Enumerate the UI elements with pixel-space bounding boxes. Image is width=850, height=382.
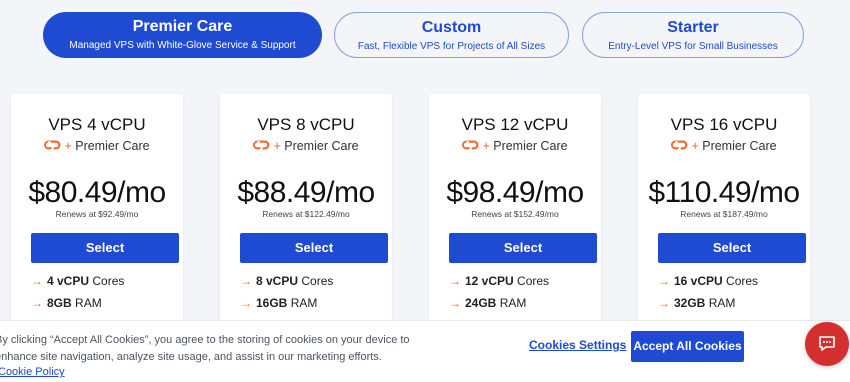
price-amount: $110.49 <box>648 176 752 209</box>
arrow-right-icon: → <box>31 296 43 310</box>
price-unit: /mo <box>117 176 166 209</box>
cookie-banner: By clicking “Accept All Cookies”, you ag… <box>0 320 850 382</box>
premier-care-badge: + Premier Care <box>220 139 392 153</box>
cookies-settings-link[interactable]: Cookies Settings <box>529 338 626 352</box>
arrow-right-icon: → <box>31 274 43 288</box>
plan-name: VPS 8 vCPU <box>257 115 355 134</box>
chat-bubble-icon <box>819 336 835 351</box>
plan-card-vps-8: VPS 8 vCPU + Premier Care $88.49/mo Rene… <box>220 94 392 334</box>
select-button[interactable]: Select <box>449 233 597 263</box>
feature-item: → 24GB RAM <box>449 296 527 310</box>
tab-custom[interactable]: Custom Fast, Flexible VPS for Projects o… <box>334 12 569 58</box>
renew-price: Renews at $187.49/mo <box>680 209 768 219</box>
feature-item: → 16GB RAM <box>240 296 318 310</box>
arrow-right-icon: → <box>658 296 670 310</box>
plan-card-vps-4: VPS 4 vCPU + Premier Care $80.49/mo Rene… <box>11 94 183 334</box>
tab-title: Premier Care <box>132 18 233 35</box>
feature-item: → 16 vCPU Cores <box>658 274 759 288</box>
select-button[interactable]: Select <box>658 233 806 263</box>
price-amount: $88.49 <box>237 176 327 209</box>
cpanel-logo-icon <box>462 140 479 150</box>
price-unit: /mo <box>535 176 584 209</box>
feature-item: → 4 vCPU Cores <box>31 274 125 288</box>
feature-item: → 8GB RAM <box>31 296 102 310</box>
brand-text: Premier Care <box>284 139 359 153</box>
price: $98.49/mo <box>429 176 601 210</box>
plus-sign: + <box>482 139 490 153</box>
select-button[interactable]: Select <box>31 233 179 263</box>
plan-type-tabs: Premier Care Managed VPS with White-Glov… <box>0 12 850 58</box>
plus-sign: + <box>273 139 281 153</box>
arrow-right-icon: → <box>240 296 252 310</box>
tab-premier-care[interactable]: Premier Care Managed VPS with White-Glov… <box>43 12 322 58</box>
tab-subtitle: Entry-Level VPS for Small Businesses <box>608 41 778 52</box>
cpanel-logo-icon <box>44 140 61 150</box>
premier-care-badge: + Premier Care <box>429 139 601 153</box>
arrow-right-icon: → <box>449 274 461 288</box>
arrow-right-icon: → <box>240 274 252 288</box>
price-amount: $98.49 <box>446 176 536 209</box>
price: $80.49/mo <box>11 176 183 210</box>
plan-name: VPS 16 vCPU <box>670 115 778 134</box>
plan-card-vps-12: VPS 12 vCPU + Premier Care $98.49/mo Ren… <box>429 94 601 334</box>
price-unit: /mo <box>326 176 375 209</box>
feature-item: → 12 vCPU Cores <box>449 274 550 288</box>
tab-title: Custom <box>421 19 482 36</box>
tab-title: Starter <box>667 19 719 36</box>
feature-item: → 32GB RAM <box>658 296 736 310</box>
plus-sign: + <box>691 139 699 153</box>
cpanel-logo-icon <box>253 140 270 150</box>
tab-subtitle: Managed VPS with White-Glove Service & S… <box>69 40 296 51</box>
premier-care-badge: + Premier Care <box>638 139 810 153</box>
price: $88.49/mo <box>220 176 392 210</box>
price-amount: $80.49 <box>28 176 118 209</box>
plan-name: VPS 4 vCPU <box>48 115 146 134</box>
arrow-right-icon: → <box>449 296 461 310</box>
chat-button[interactable] <box>805 322 849 366</box>
brand-text: Premier Care <box>75 139 150 153</box>
renew-price: Renews at $92.49/mo <box>55 209 139 219</box>
brand-text: Premier Care <box>493 139 568 153</box>
premier-care-badge: + Premier Care <box>11 139 183 153</box>
renew-price: Renews at $122.49/mo <box>262 209 350 219</box>
cpanel-logo-icon <box>671 140 688 150</box>
brand-text: Premier Care <box>702 139 777 153</box>
select-button[interactable]: Select <box>240 233 388 263</box>
tab-subtitle: Fast, Flexible VPS for Projects of All S… <box>357 41 546 52</box>
accept-all-cookies-button[interactable]: Accept All Cookies <box>631 331 744 362</box>
cookie-consent-text: By clicking “Accept All Cookies”, you ag… <box>0 334 410 363</box>
plus-sign: + <box>64 139 72 153</box>
tab-starter[interactable]: Starter Entry-Level VPS for Small Busine… <box>582 12 804 58</box>
plan-name: VPS 12 vCPU <box>461 115 569 134</box>
price: $110.49/mo <box>638 176 810 210</box>
plan-card-vps-16: VPS 16 vCPU + Premier Care $110.49/mo Re… <box>638 94 810 334</box>
renew-price: Renews at $152.49/mo <box>471 209 559 219</box>
price-unit: /mo <box>751 176 800 209</box>
feature-item: → 8 vCPU Cores <box>240 274 334 288</box>
cookie-policy-link[interactable]: Cookie Policy <box>0 366 65 378</box>
arrow-right-icon: → <box>658 274 670 288</box>
